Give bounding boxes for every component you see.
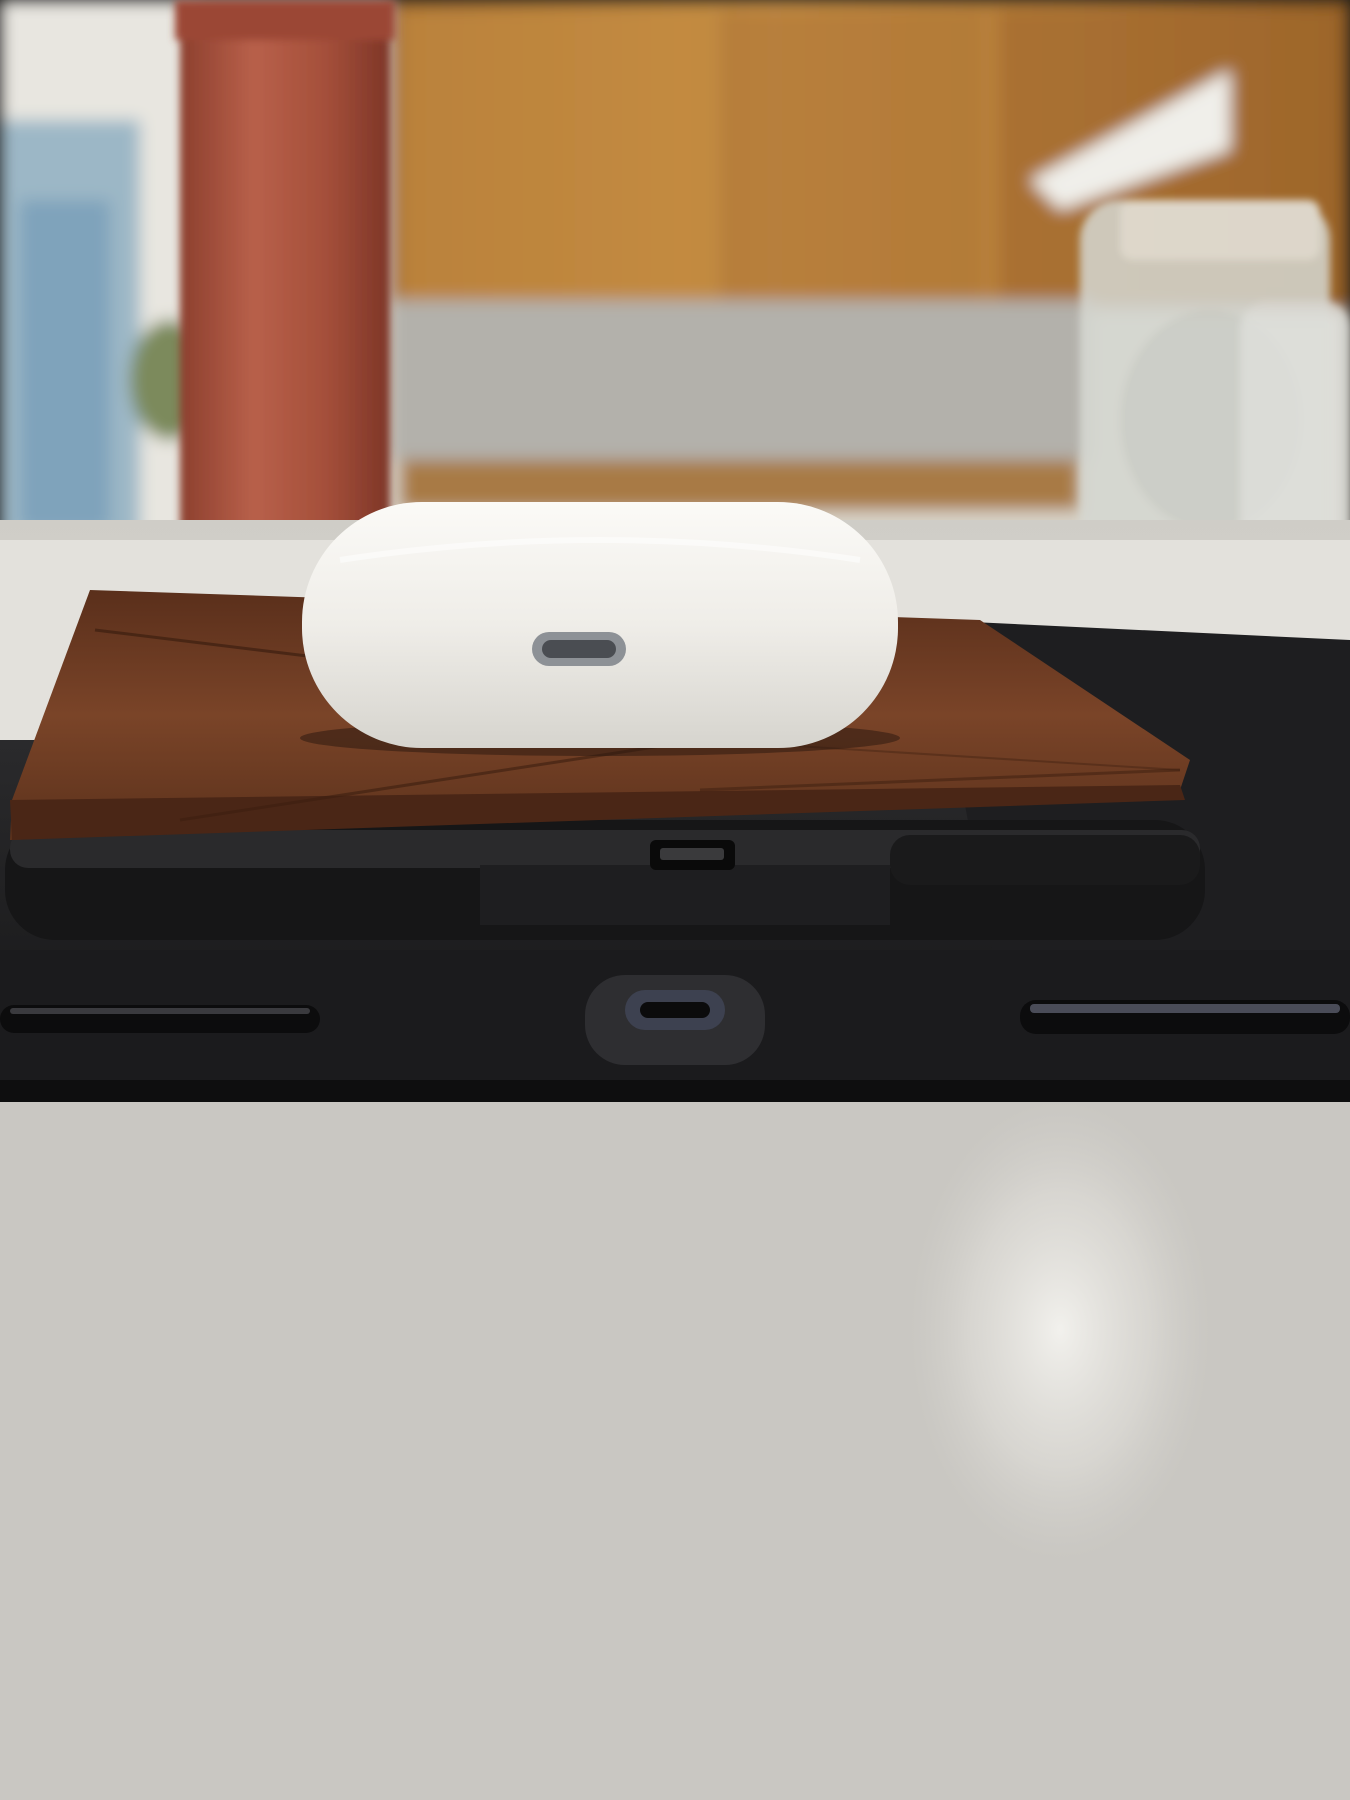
- water-bottle: [175, 0, 395, 560]
- photo-scene: [0, 0, 1350, 1800]
- airpods-case: [300, 502, 900, 756]
- light-reflection: [910, 1100, 1210, 1560]
- small-tablet: [5, 820, 1205, 940]
- photo-canvas: [0, 0, 1350, 1800]
